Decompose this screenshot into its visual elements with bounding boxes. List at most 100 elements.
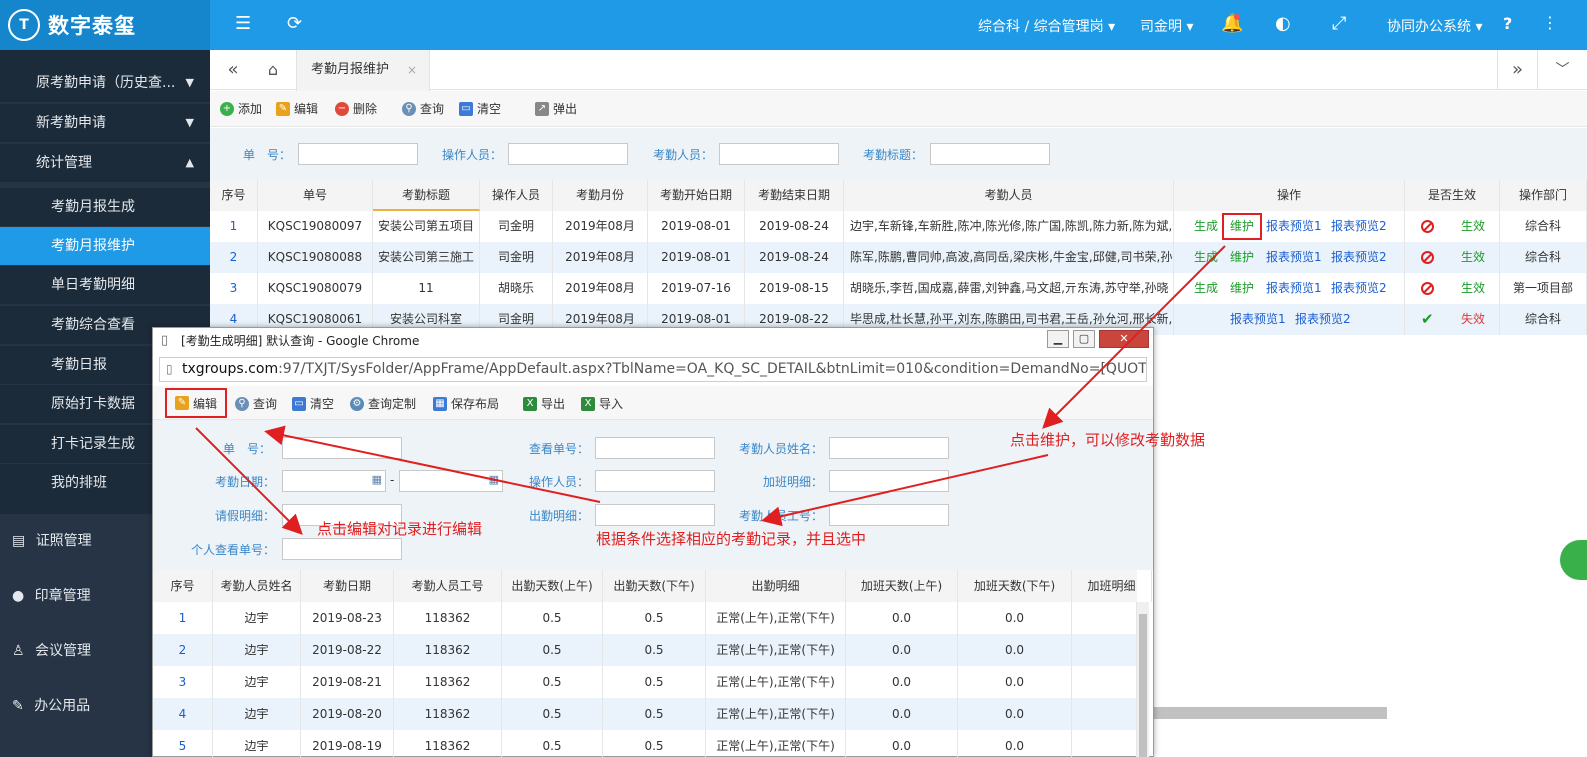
chevron-down-icon[interactable]: ﹀ [1537,50,1587,90]
help-icon[interactable]: ? [1503,14,1512,33]
delete-button[interactable]: − 删除 [335,100,377,117]
generate-link[interactable]: 生成 [1194,242,1218,273]
check-icon[interactable]: ✔ [1421,304,1434,335]
table-row[interactable]: 1 边宇 2019-08-23 118362 0.5 0.5 正常(上午),正常… [153,602,1137,634]
p-header-am[interactable]: 出勤天数(上午) [502,570,603,602]
p-header-date[interactable]: 考勤日期 [301,570,394,602]
header-start[interactable]: 考勤开始日期 [648,180,745,211]
popup-query-button[interactable]: ⚲ 查询 [235,395,277,412]
maintain-link[interactable]: 维护 [1230,242,1254,273]
sidebar-item-daily-detail[interactable]: 单日考勤明细 [0,266,210,304]
sidebar-item-monthly-gen[interactable]: 考勤月报生成 [0,188,210,226]
disable-icon[interactable] [1421,282,1434,295]
view-no-input[interactable] [595,437,715,459]
preview1-link[interactable]: 报表预览1 [1266,242,1322,273]
theme-icon[interactable]: ◐ [1275,13,1291,34]
header-valid[interactable]: 是否生效 [1405,180,1500,211]
add-button[interactable]: + 添加 [220,100,262,117]
menu-toggle-icon[interactable]: ☰ [235,13,251,34]
disable-icon[interactable] [1421,251,1434,264]
popup-titlebar[interactable]: ▯ [考勤生成明细] 默认查询 - Google Chrome ▁ ▢ ✕ [153,328,1153,354]
maximize-icon[interactable]: ▢ [1073,330,1095,348]
user-menu[interactable]: 司金明 ▾ [1140,16,1193,36]
name-input[interactable] [829,437,949,459]
calendar-icon[interactable]: ▦ [489,473,499,486]
header-people[interactable]: 考勤人员 [844,180,1174,211]
p-row-idx[interactable]: 1 [153,602,213,634]
preview2-link[interactable]: 报表预览2 [1331,242,1387,273]
tab-monthly-maint[interactable]: 考勤月报维护 × [296,50,430,91]
header-ops[interactable]: 操作 [1174,180,1405,211]
preview1-link[interactable]: 报表预览1 [1266,211,1322,242]
table-row[interactable]: 5 边宇 2019-08-19 118362 0.5 0.5 正常(上午),正常… [153,730,1137,757]
preview2-link[interactable]: 报表预览2 [1295,304,1351,335]
p-row-idx[interactable]: 2 [153,634,213,666]
sidebar-item-monthly-maint[interactable]: 考勤月报维护 [0,227,210,265]
person-input[interactable] [719,143,839,165]
p-header-otam[interactable]: 加班天数(上午) [846,570,958,602]
calendar-icon[interactable]: ▦ [372,473,382,486]
table-row[interactable]: 1 KQSC19080097 安装公司第五项目 司金明 2019年08月 201… [210,211,1587,242]
attend-input[interactable] [595,504,715,526]
more-icon[interactable]: ⋮ [1542,13,1558,32]
no-input[interactable] [298,143,418,165]
generate-link[interactable]: 生成 [1194,273,1218,304]
float-badge[interactable] [1560,540,1587,580]
p-header-detail[interactable]: 出勤明细 [706,570,846,602]
sidebar-item-new-apply[interactable]: 新考勤申请 ▼ [0,104,210,142]
title-input[interactable] [930,143,1050,165]
maintain-link[interactable]: 维护 [1222,213,1263,240]
clear-button[interactable]: ▭ 清空 [459,100,501,117]
table-row[interactable]: 3 KQSC19080079 11 胡晓乐 2019年08月 2019-07-1… [210,273,1587,304]
header-dept[interactable]: 操作部门 [1500,180,1587,211]
header-idx[interactable]: 序号 [210,180,258,211]
horizontal-scrollbar[interactable] [1154,707,1387,719]
popup-button[interactable]: ↗ 弹出 [535,100,577,117]
popup-save-layout-button[interactable]: ▦ 保存布局 [433,395,499,412]
personal-input[interactable] [282,538,402,560]
bell-icon[interactable]: 🔔 [1221,13,1243,34]
system-selector[interactable]: 协同办公系统 ▾ [1387,16,1482,36]
popup-op-input[interactable] [595,470,715,492]
minimize-icon[interactable]: ▁ [1047,330,1069,348]
p-header-otpm[interactable]: 加班天数(下午) [958,570,1072,602]
disable-icon[interactable] [1421,220,1434,233]
preview1-link[interactable]: 报表预览1 [1266,273,1322,304]
edit-button[interactable]: ✎ 编辑 [276,100,318,117]
table-row[interactable]: 4 边宇 2019-08-20 118362 0.5 0.5 正常(上午),正常… [153,698,1137,730]
table-row[interactable]: 2 KQSC19080088 安装公司第三施工 司金明 2019年08月 201… [210,242,1587,273]
row-idx[interactable]: 1 [210,211,258,242]
preview2-link[interactable]: 报表预览2 [1331,273,1387,304]
close-icon[interactable]: ✕ [1099,330,1149,348]
sidebar-item-old-apply[interactable]: 原考勤申请（历史查... ▼ [0,64,210,102]
popup-no-input[interactable] [282,437,402,459]
preview2-link[interactable]: 报表预览2 [1331,211,1387,242]
popup-export-button[interactable]: X 导出 [523,395,565,412]
date-to-input[interactable]: ▦ [399,470,503,492]
ot-input[interactable] [829,470,949,492]
popup-clear-button[interactable]: ▭ 清空 [292,395,334,412]
emp-no-input[interactable] [829,504,949,526]
scroll-thumb[interactable] [1139,614,1147,757]
header-operator[interactable]: 操作人员 [480,180,553,211]
refresh-icon[interactable]: ⟳ [287,13,302,34]
popup-edit-button[interactable]: ✎ 编辑 [165,388,228,418]
query-button[interactable]: ⚲ 查询 [402,100,444,117]
p-header-pm[interactable]: 出勤天数(下午) [603,570,706,602]
scroll-right-icon[interactable]: » [1497,50,1537,90]
p-header-name[interactable]: 考勤人员姓名 [213,570,301,602]
fullscreen-icon[interactable]: ⤢ [1332,13,1346,34]
p-header-emp[interactable]: 考勤人员工号 [394,570,502,602]
popup-import-button[interactable]: X 导入 [581,395,623,412]
p-row-idx[interactable]: 3 [153,666,213,698]
home-icon[interactable]: ⌂ [256,50,290,90]
header-no[interactable]: 单号 [258,180,373,211]
close-icon[interactable]: × [407,50,417,90]
p-header-ot-detail[interactable]: 加班明细 [1072,570,1152,602]
preview1-link[interactable]: 报表预览1 [1230,304,1286,335]
vertical-scrollbar[interactable] [1137,602,1149,757]
header-title[interactable]: 考勤标题 [373,180,480,211]
table-row[interactable]: 3 边宇 2019-08-21 118362 0.5 0.5 正常(上午),正常… [153,666,1137,698]
generate-link[interactable]: 生成 [1194,211,1218,242]
dept-role-selector[interactable]: 综合科 / 综合管理岗 ▾ [978,16,1115,36]
